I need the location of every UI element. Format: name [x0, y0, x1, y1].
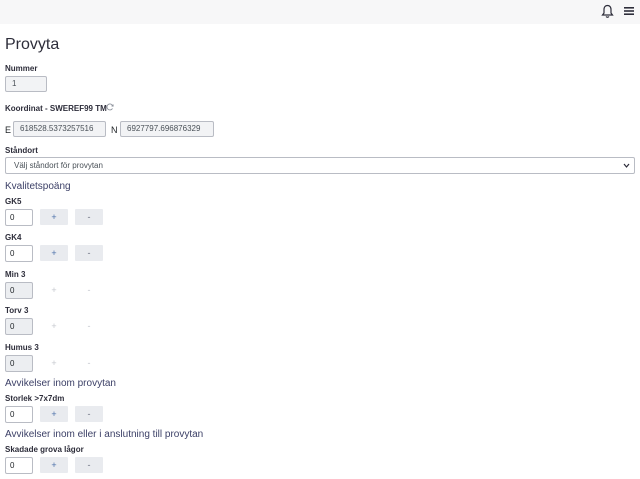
skadade-minus-button[interactable]: -	[75, 457, 103, 473]
gk5-plus-button[interactable]: +	[40, 209, 68, 225]
bell-icon[interactable]	[601, 4, 614, 19]
gk4-input[interactable]: 0	[5, 245, 33, 262]
storlek-plus-button[interactable]: +	[40, 406, 68, 422]
kvalitet-heading: Kvalitetspoäng	[5, 181, 71, 192]
top-bar	[0, 0, 640, 24]
min3-minus-button: -	[75, 282, 103, 298]
skadade-label: Skadade grova lågor	[5, 445, 84, 454]
torv3-plus-button: +	[40, 318, 68, 334]
gk4-plus-button[interactable]: +	[40, 245, 68, 261]
koordinat-label: Koordinat - SWEREF99 TM	[5, 104, 107, 113]
humus3-label: Humus 3	[5, 343, 39, 352]
nummer-label: Nummer	[5, 64, 38, 73]
gk5-label: GK5	[5, 197, 22, 206]
standort-selected-value: Välj ståndort för provytan	[14, 161, 103, 170]
gk4-minus-button[interactable]: -	[75, 245, 103, 261]
hamburger-menu-icon[interactable]	[624, 6, 634, 16]
avvikelser-inom-heading: Avvikelser inom provytan	[5, 378, 116, 389]
refresh-icon[interactable]	[106, 103, 114, 111]
min3-label: Min 3	[5, 270, 26, 279]
storlek-label: Storlek >7x7dm	[5, 394, 65, 403]
standort-select[interactable]: Välj ståndort för provytan	[5, 157, 635, 174]
e-coordinate-field: 618528.5373257516	[13, 121, 106, 137]
humus3-plus-button: +	[40, 355, 68, 371]
min3-plus-button: +	[40, 282, 68, 298]
torv3-input: 0	[5, 318, 33, 335]
page-title: Provyta	[5, 36, 60, 53]
storlek-minus-button[interactable]: -	[75, 406, 103, 422]
min3-input: 0	[5, 282, 33, 299]
humus3-minus-button: -	[75, 355, 103, 371]
skadade-input[interactable]: 0	[5, 457, 33, 474]
gk5-minus-button[interactable]: -	[75, 209, 103, 225]
n-coordinate-field: 6927797.696876329	[120, 121, 214, 137]
storlek-input[interactable]: 0	[5, 406, 33, 423]
torv3-label: Torv 3	[5, 306, 29, 315]
torv3-minus-button: -	[75, 318, 103, 334]
nummer-field: 1	[5, 76, 47, 92]
chevron-down-icon	[623, 163, 630, 168]
gk5-input[interactable]: 0	[5, 209, 33, 226]
humus3-input: 0	[5, 355, 33, 372]
n-coordinate-label: N	[111, 125, 118, 135]
gk4-label: GK4	[5, 233, 22, 242]
skadade-plus-button[interactable]: +	[40, 457, 68, 473]
standort-label: Ståndort	[5, 146, 38, 155]
e-coordinate-label: E	[5, 125, 12, 135]
avvikelser-anslutning-heading: Avvikelser inom eller i anslutning till …	[5, 429, 204, 440]
